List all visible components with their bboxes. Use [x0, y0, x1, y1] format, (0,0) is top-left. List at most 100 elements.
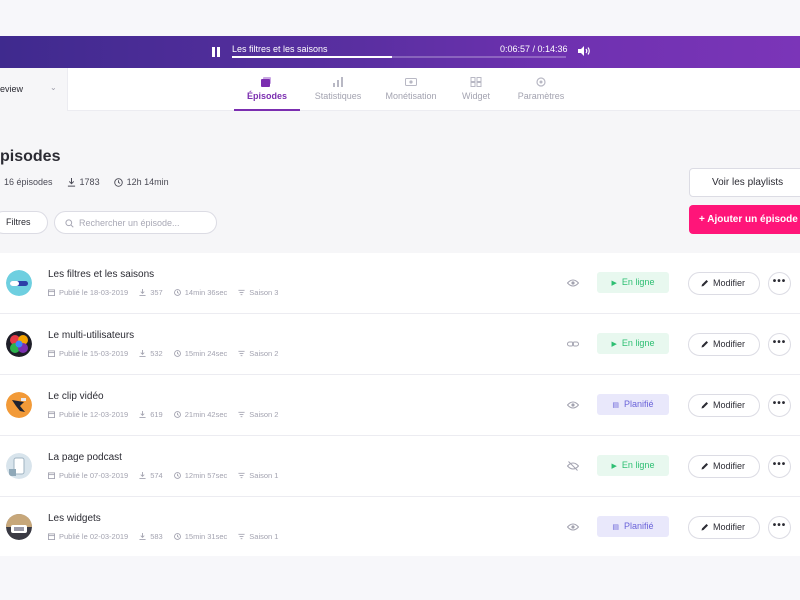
- more-options-button[interactable]: •••: [768, 455, 791, 478]
- episode-thumbnail: [6, 270, 32, 296]
- calendar-icon: ▤: [612, 524, 620, 531]
- eye-icon[interactable]: [567, 278, 579, 288]
- episode-title[interactable]: Les widgets: [48, 513, 101, 524]
- clock-icon: [173, 350, 181, 357]
- tab-statistiques[interactable]: Statistiques: [308, 68, 368, 111]
- stat-duration: 12h 14min: [113, 177, 169, 187]
- view-playlists-button[interactable]: Voir les playlists: [689, 168, 800, 197]
- calendar-icon: [48, 289, 55, 296]
- episode-row[interactable]: La page podcast Publié le 07-03-2019 574…: [0, 436, 800, 497]
- clock-icon: [113, 177, 123, 187]
- tab-widget-label: Widget: [461, 91, 490, 101]
- episodes-icon: [261, 77, 271, 87]
- pause-icon[interactable]: [212, 47, 220, 57]
- episode-row[interactable]: Les filtres et les saisons Publié le 18-…: [0, 253, 800, 314]
- stat-episodes: 16 épisodes: [4, 177, 53, 187]
- calendar-icon: [48, 411, 55, 418]
- status-badge: ▶ En ligne: [597, 333, 669, 354]
- more-options-button[interactable]: •••: [768, 272, 791, 295]
- status-badge: ▶ En ligne: [597, 455, 669, 476]
- download-icon: [139, 533, 146, 540]
- edit-button[interactable]: Modifier: [688, 516, 760, 539]
- eye-off-icon[interactable]: [567, 461, 579, 471]
- season-filter-icon: [238, 472, 245, 479]
- page-title: pisodes: [0, 148, 61, 165]
- edit-button[interactable]: Modifier: [688, 455, 760, 478]
- clock-icon: [173, 533, 181, 540]
- stat-downloads: 1783: [67, 177, 100, 187]
- download-icon: [139, 350, 146, 357]
- pencil-icon: [701, 402, 708, 409]
- show-selector[interactable]: eview ⌄: [0, 68, 68, 111]
- episode-thumbnail: [6, 514, 32, 540]
- clock-icon: [173, 472, 181, 479]
- audio-player: Les filtres et les saisons 0:06:57 / 0:1…: [0, 36, 800, 68]
- season-filter-icon: [238, 533, 245, 540]
- episode-row[interactable]: Le multi-utilisateurs Publié le 15-03-20…: [0, 314, 800, 375]
- episode-thumbnail: [6, 392, 32, 418]
- edit-button[interactable]: Modifier: [688, 394, 760, 417]
- monetization-icon: [405, 78, 417, 86]
- pencil-icon: [701, 280, 708, 287]
- episode-meta: Publié le 15-03-2019 532 15min 24sec Sai…: [48, 349, 278, 358]
- tab-parametres-label: Paramètres: [517, 91, 565, 101]
- pencil-icon: [701, 524, 708, 531]
- stats-icon: [333, 77, 343, 87]
- play-icon: ▶: [611, 341, 617, 348]
- status-badge: ▶ En ligne: [597, 272, 669, 293]
- pencil-icon: [701, 463, 708, 470]
- tab-episodes-label: Épisodes: [246, 91, 287, 101]
- player-progress-fill: [232, 56, 393, 58]
- episode-row[interactable]: Le clip vidéo Publié le 12-03-2019 619 2…: [0, 375, 800, 436]
- play-icon: ▶: [611, 463, 617, 470]
- edit-button[interactable]: Modifier: [688, 333, 760, 356]
- season-filter-icon: [238, 350, 245, 357]
- more-options-button[interactable]: •••: [768, 333, 791, 356]
- episode-thumbnail: [6, 331, 32, 357]
- tab-monetisation-label: Monétisation: [385, 91, 437, 101]
- more-options-button[interactable]: •••: [768, 394, 791, 417]
- episode-title[interactable]: Le clip vidéo: [48, 391, 104, 402]
- calendar-icon: [48, 533, 55, 540]
- search-input[interactable]: [79, 216, 209, 230]
- episode-meta: Publié le 07-03-2019 574 12min 57sec Sai…: [48, 471, 278, 480]
- clock-icon: [173, 289, 181, 296]
- episode-title[interactable]: La page podcast: [48, 452, 122, 463]
- filters-button[interactable]: Filtres: [0, 211, 48, 234]
- episode-stats: 16 épisodes 1783 12h 14min: [4, 177, 169, 187]
- download-icon: [139, 472, 146, 479]
- eye-icon[interactable]: [567, 522, 579, 532]
- settings-icon: [536, 77, 546, 87]
- download-icon: [139, 289, 146, 296]
- eye-icon[interactable]: [567, 400, 579, 410]
- bottom-band: [0, 556, 800, 600]
- clock-icon: [173, 411, 181, 418]
- tab-widget[interactable]: Widget: [455, 68, 497, 111]
- tab-episodes[interactable]: Épisodes: [234, 68, 300, 111]
- more-options-button[interactable]: •••: [768, 516, 791, 539]
- calendar-icon: [48, 472, 55, 479]
- episode-row[interactable]: Les widgets Publié le 02-03-2019 583 15m…: [0, 497, 800, 558]
- search-box[interactable]: [54, 211, 217, 234]
- top-band: [0, 0, 800, 36]
- season-filter-icon: [238, 411, 245, 418]
- player-title: Les filtres et les saisons: [232, 44, 328, 54]
- calendar-icon: [48, 350, 55, 357]
- player-progress-bar[interactable]: [232, 56, 566, 58]
- volume-icon[interactable]: [577, 45, 591, 57]
- edit-button[interactable]: Modifier: [688, 272, 760, 295]
- show-name: eview: [0, 84, 24, 94]
- episode-title[interactable]: Le multi-utilisateurs: [48, 330, 134, 341]
- download-icon: [67, 177, 75, 187]
- link-icon[interactable]: [567, 339, 579, 349]
- episode-title[interactable]: Les filtres et les saisons: [48, 269, 154, 280]
- main-header: eview ⌄ Épisodes Statistiques Monétisati…: [0, 68, 800, 111]
- tab-parametres[interactable]: Paramètres: [512, 68, 570, 111]
- tab-monetisation[interactable]: Monétisation: [380, 68, 442, 111]
- status-badge: ▤ Planifié: [597, 516, 669, 537]
- tab-statistiques-label: Statistiques: [314, 91, 362, 101]
- chevron-down-icon: ⌄: [50, 83, 57, 92]
- pencil-icon: [701, 341, 708, 348]
- search-icon: [65, 219, 74, 228]
- add-episode-button[interactable]: + Ajouter un épisode: [689, 205, 800, 234]
